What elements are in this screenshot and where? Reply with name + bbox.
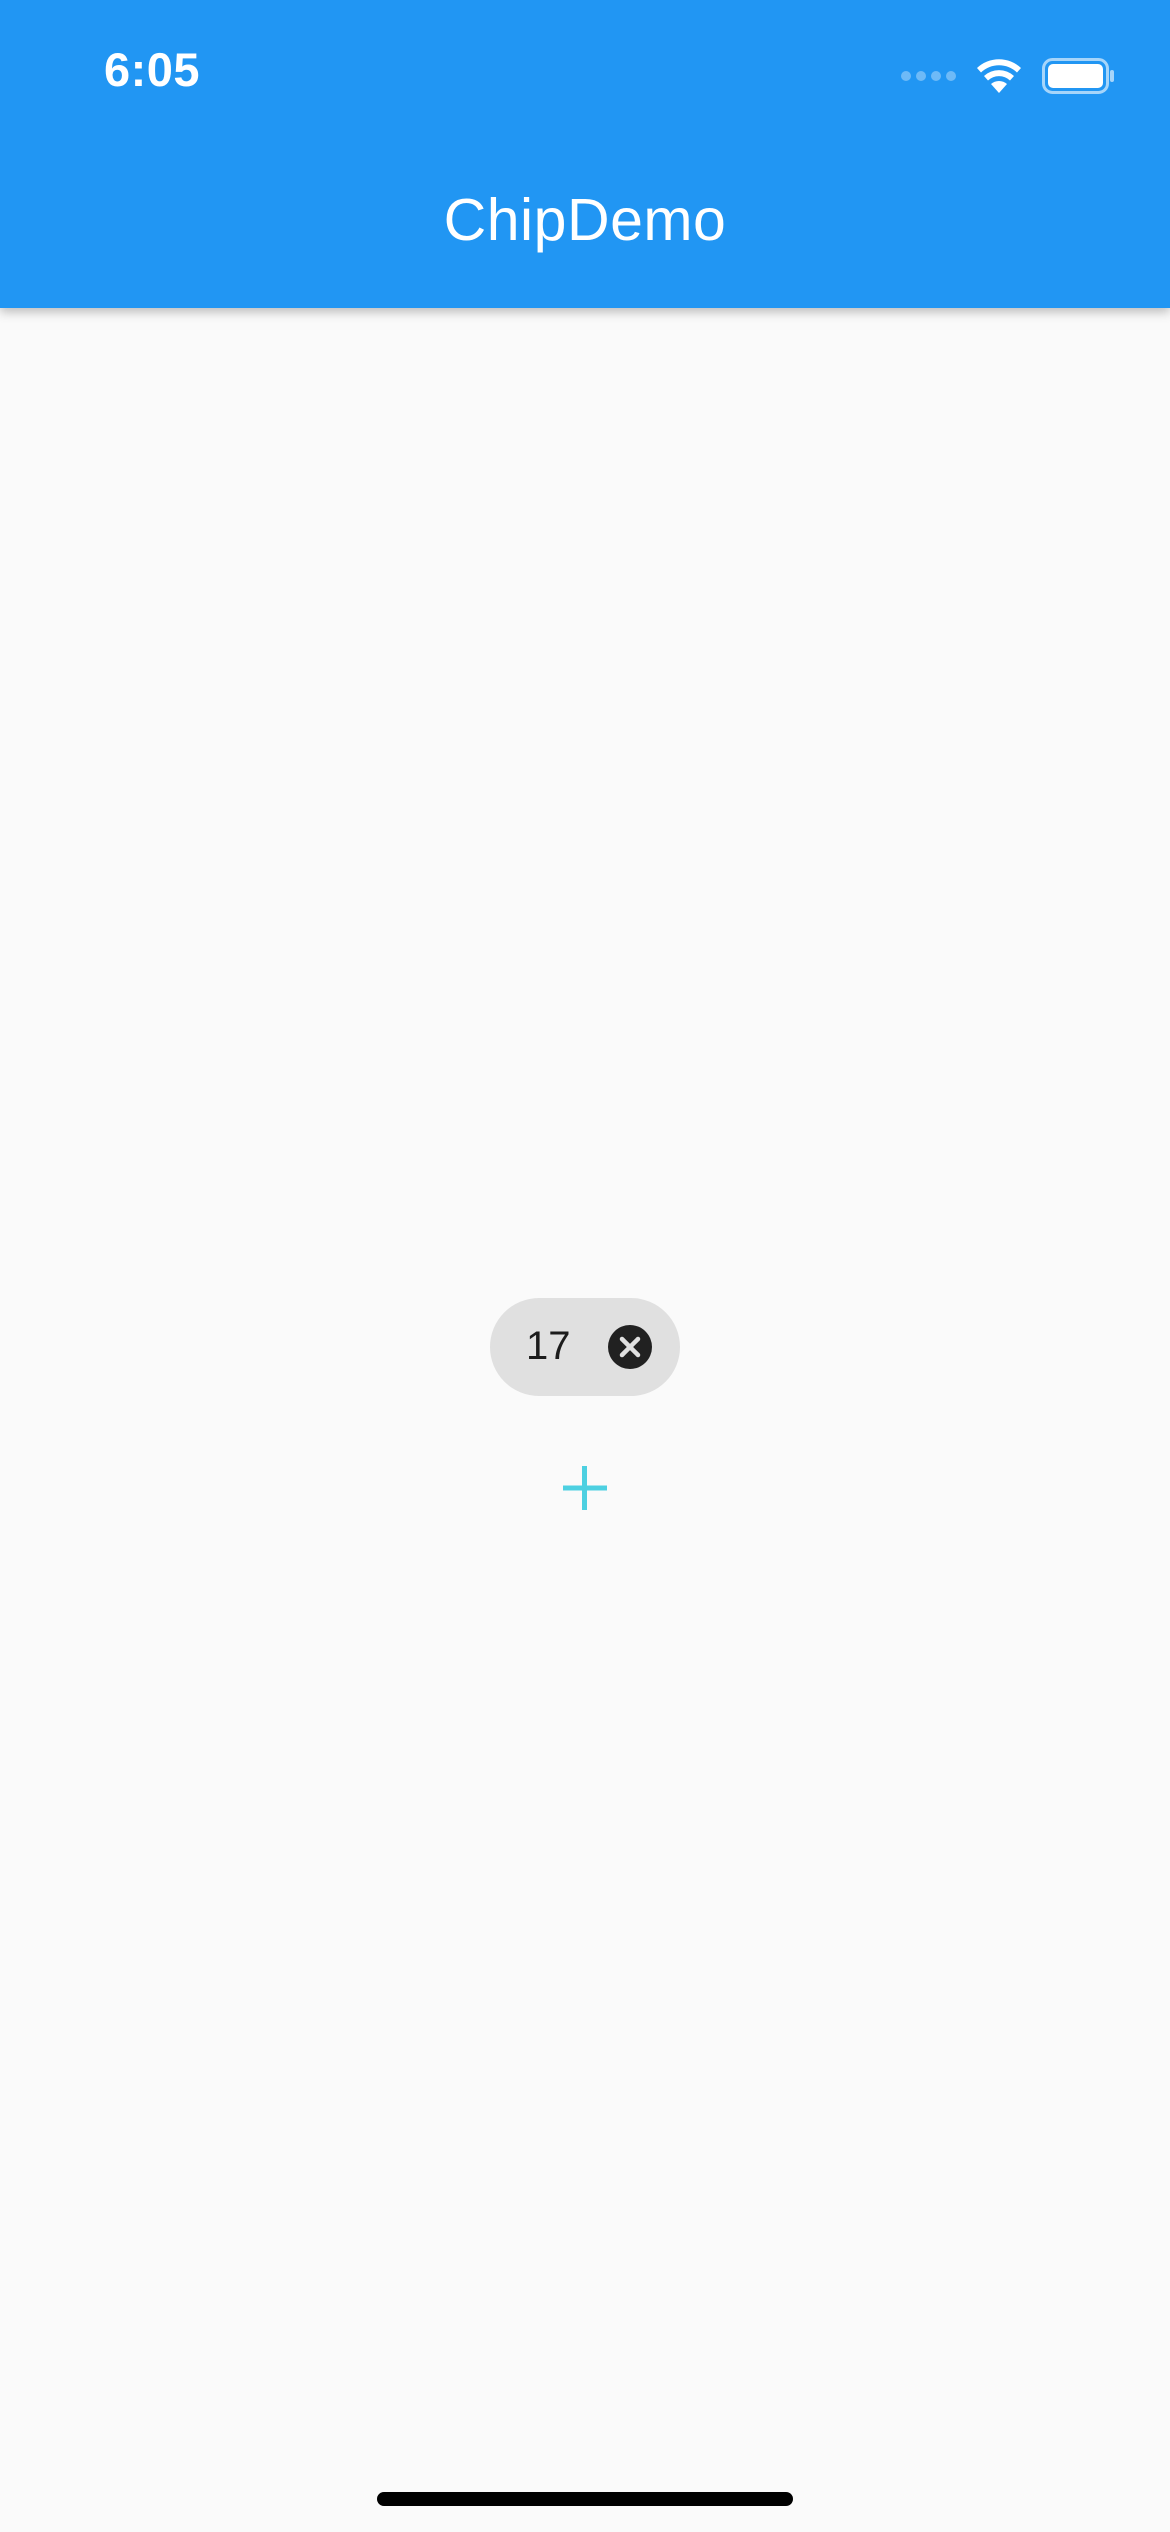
plus-icon[interactable]	[552, 1456, 618, 1522]
home-indicator[interactable]	[377, 2492, 793, 2506]
battery-icon	[1042, 58, 1114, 94]
wifi-icon	[977, 59, 1021, 93]
app-bar: 6:05 ChipDemo	[0, 0, 1170, 308]
cancel-circle-icon[interactable]	[608, 1325, 652, 1369]
page-title: ChipDemo	[443, 187, 727, 253]
status-bar-icons	[901, 50, 1116, 102]
chip-label: 17	[526, 1324, 571, 1368]
number-chip[interactable]: 17	[490, 1298, 680, 1396]
cellular-dots-icon	[901, 71, 956, 81]
status-bar-time: 6:05	[104, 43, 201, 96]
